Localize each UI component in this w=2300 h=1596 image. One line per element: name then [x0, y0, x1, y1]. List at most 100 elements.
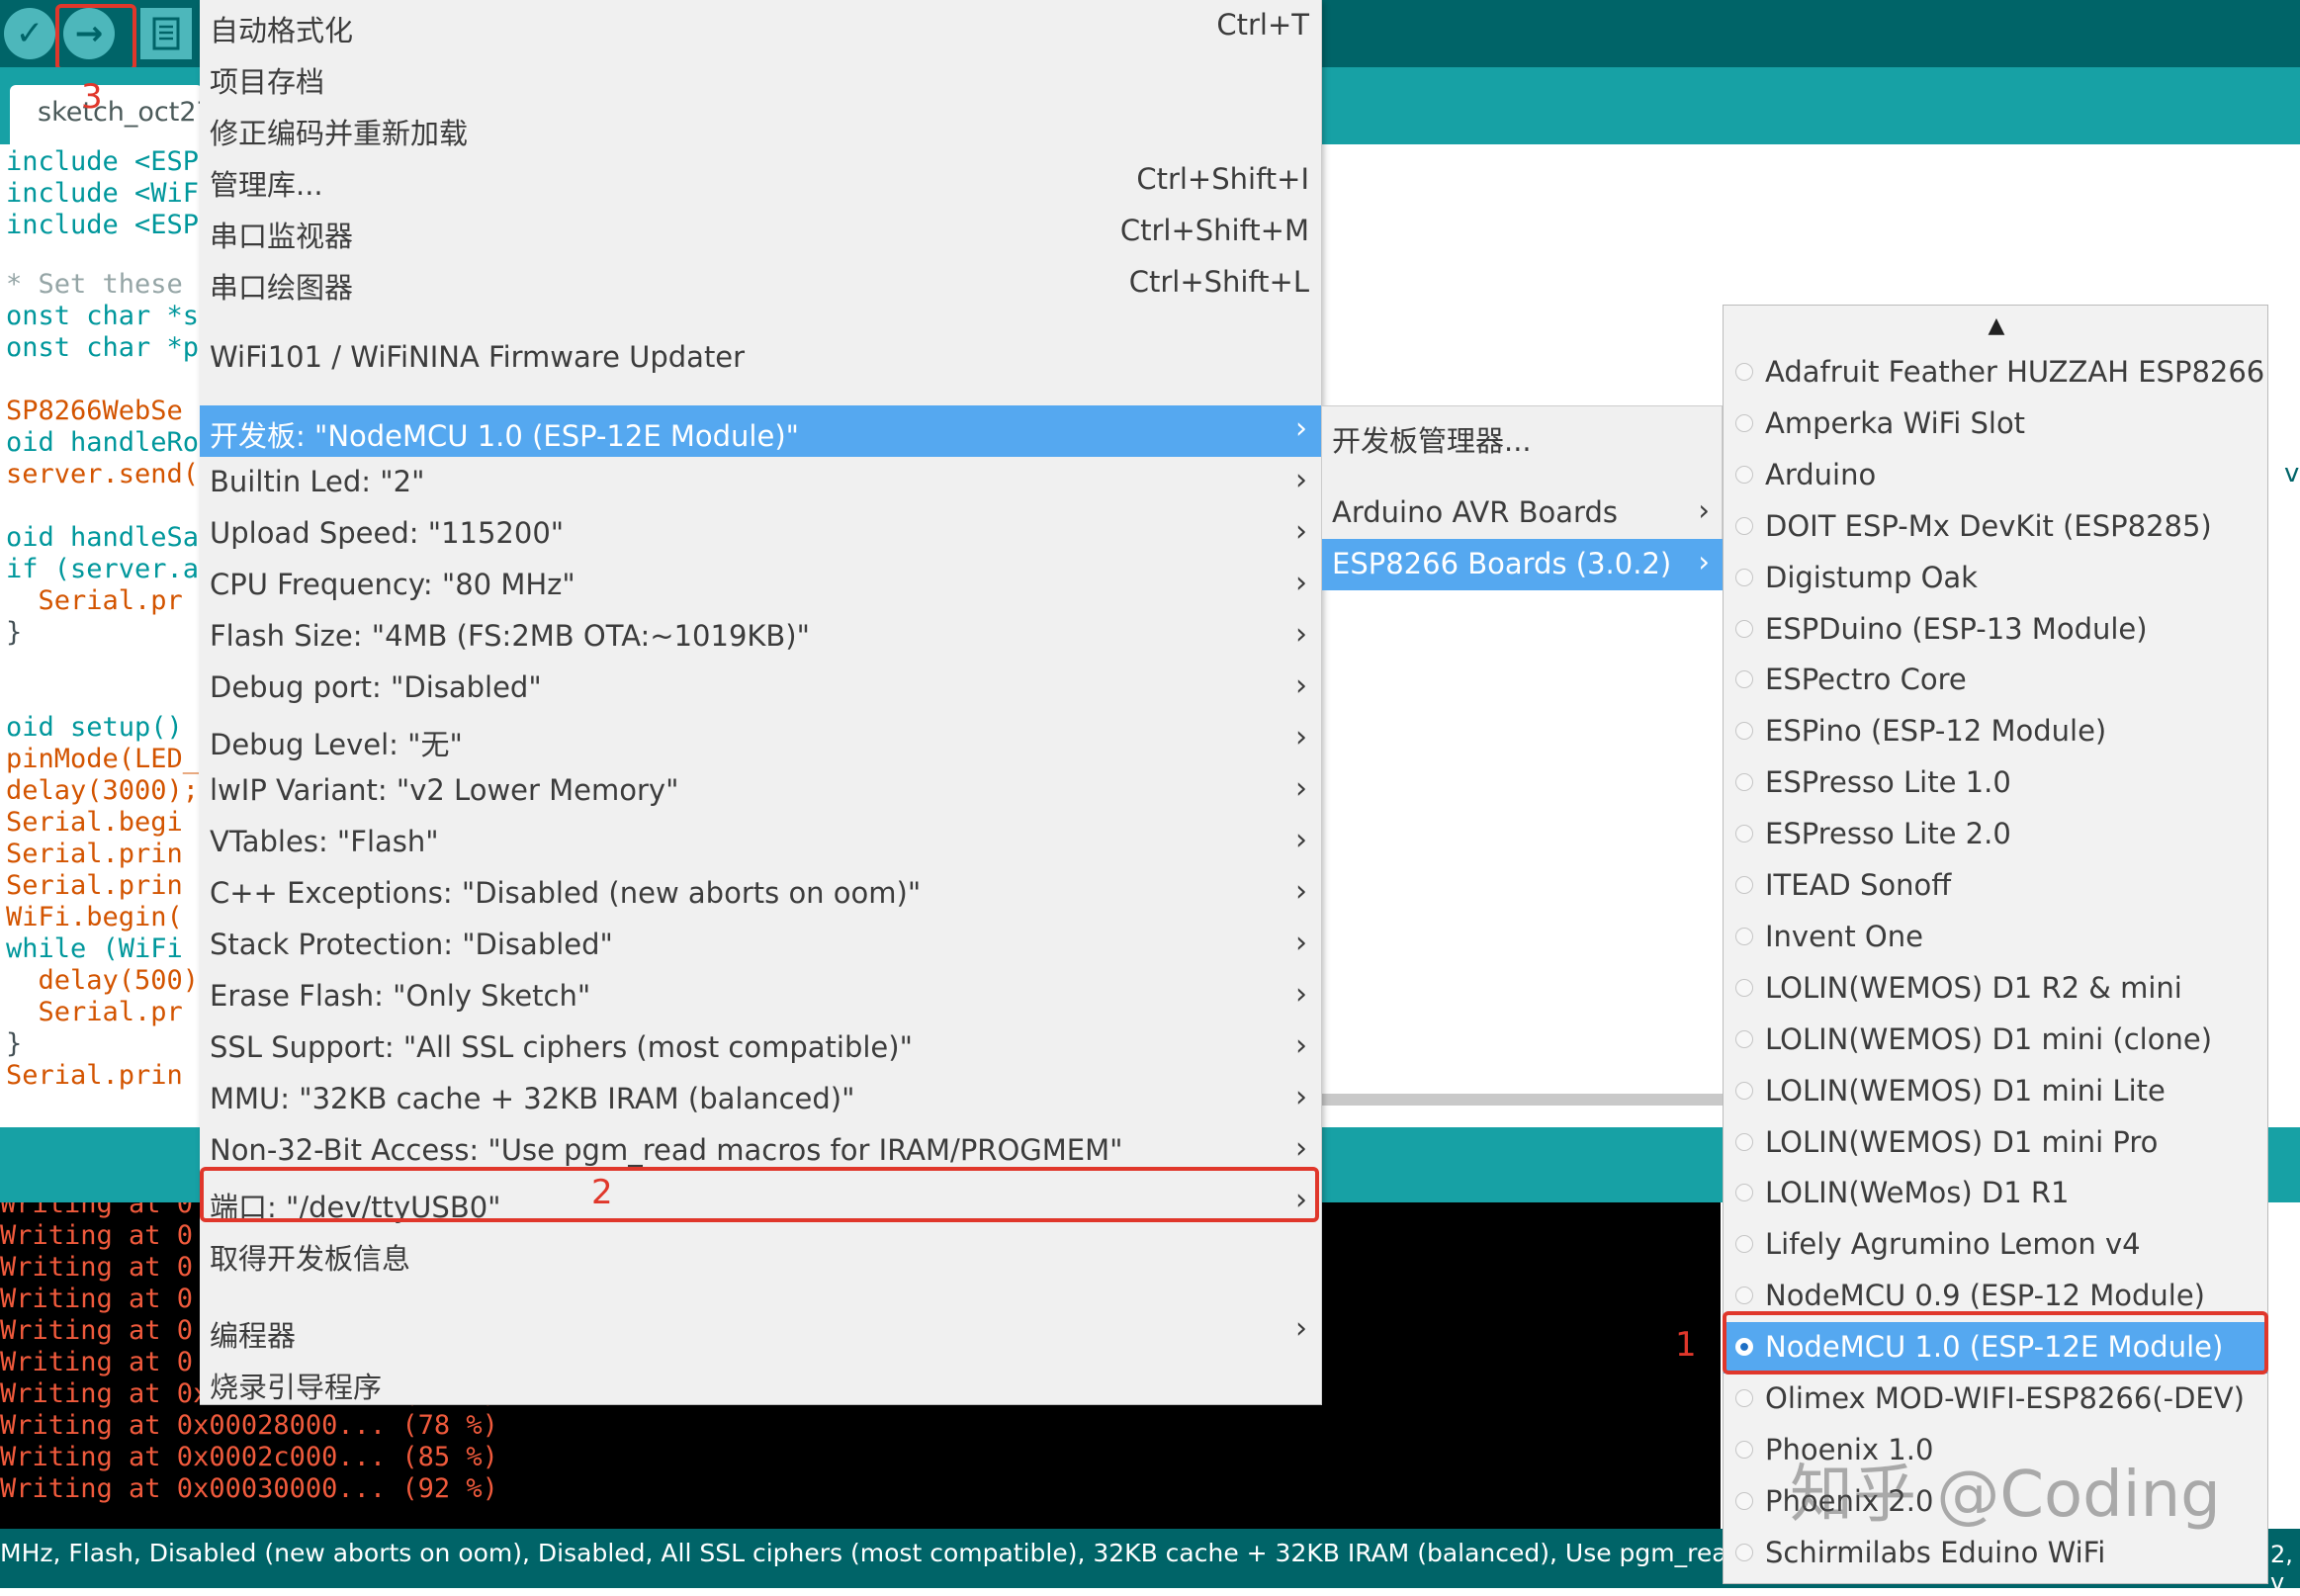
board-option[interactable]: LOLIN(WEMOS) D1 mini Pro [1724, 1117, 2267, 1169]
radio-icon [1735, 1440, 1753, 1459]
radio-icon [1735, 1132, 1753, 1151]
menu-item[interactable]: MMU: "32KB cache + 32KB IRAM (balanced)"… [200, 1074, 1321, 1125]
menu-item-shortcut: Ctrl+Shift+L [1128, 265, 1309, 299]
code-line: while (WiFi [6, 933, 183, 964]
esp8266-boards-list: ▲ Adafruit Feather HUZZAH ESP8266 Amperka… [1723, 305, 2268, 1584]
radio-icon [1735, 1491, 1753, 1510]
verify-button[interactable]: ✓ [4, 8, 55, 59]
code-line: Serial.begi [6, 807, 183, 838]
console-line: Writing at 0 [0, 1252, 194, 1283]
board-option[interactable]: LOLIN(WEMOS) D1 R2 & mini [1724, 963, 2267, 1015]
menu-item[interactable]: Flash Size: "4MB (FS:2MB OTA:~1019KB)" › [200, 611, 1321, 663]
menu-item[interactable]: 烧录引导程序 [200, 1357, 1321, 1408]
board-option[interactable]: ESPino (ESP-12 Module) [1724, 706, 2267, 757]
scroll-up-arrow-icon[interactable]: ▲ [1724, 313, 2269, 338]
code-line: * Set these [6, 269, 183, 300]
board-option[interactable]: DOIT ESP-Mx DevKit (ESP8285) [1724, 501, 2267, 553]
menu-item-label: Non-32-Bit Access: "Use pgm_read macros … [210, 1133, 1123, 1167]
menu-item-label: 编程器 [210, 1319, 297, 1353]
board-submenu-item[interactable]: 开发板管理器... [1322, 410, 1724, 462]
board-option[interactable]: LOLIN(WEMOS) D1 mini Lite [1724, 1066, 2267, 1117]
board-option[interactable]: Adafruit Feather HUZZAH ESP8266 [1724, 347, 2267, 399]
menu-item[interactable]: WiFi101 / WiFiNINA Firmware Updater [200, 332, 1321, 384]
board-option-label: NodeMCU 0.9 (ESP-12 Module) [1765, 1279, 2205, 1313]
menu-item[interactable]: Debug Level: "无" › [200, 714, 1321, 765]
board-submenu-item[interactable]: Arduino AVR Boards › [1322, 488, 1724, 539]
board-option-label: Digistump Oak [1765, 560, 1978, 594]
menu-item[interactable]: 修正编码并重新加载 [200, 103, 1321, 154]
radio-icon [1735, 619, 1753, 638]
code-line: delay(3000); [6, 775, 200, 806]
menu-item[interactable]: CPU Frequency: "80 MHz" › [200, 560, 1321, 611]
radio-icon [1735, 927, 1753, 945]
menu-item[interactable]: 串口监视器 Ctrl+Shift+M [200, 206, 1321, 257]
chevron-right-icon: › [1295, 617, 1307, 652]
menu-item[interactable]: Upload Speed: "115200" › [200, 508, 1321, 560]
code-line: include <ESP [6, 146, 200, 177]
menu-item[interactable]: VTables: "Flash" › [200, 817, 1321, 868]
radio-icon [1735, 568, 1753, 586]
menu-item[interactable]: 开发板: "NodeMCU 1.0 (ESP-12E Module)" › [200, 405, 1321, 457]
board-option[interactable]: ITEAD Sonoff [1724, 860, 2267, 912]
board-option[interactable]: Invent One [1724, 912, 2267, 963]
board-option-label: ESPresso Lite 1.0 [1765, 765, 2011, 800]
annotation-number-2: 2 [591, 1173, 613, 1212]
menu-item[interactable]: Builtin Led: "2" › [200, 457, 1321, 508]
menu-item-label: 取得开发板信息 [210, 1242, 411, 1276]
board-submenu-label: Arduino AVR Boards [1332, 495, 1618, 529]
board-option[interactable]: Olimex MOD-WIFI-ESP8266(-DEV) [1724, 1374, 2267, 1425]
board-option[interactable]: Schirmilabs Eduino WiFi [1724, 1528, 2267, 1579]
code-line: Serial.pr [6, 585, 183, 616]
board-option[interactable]: ESPresso Lite 2.0 [1724, 809, 2267, 860]
new-sketch-button[interactable] [140, 8, 192, 59]
board-option[interactable]: ESPDuino (ESP-13 Module) [1724, 604, 2267, 656]
chevron-right-icon: › [1295, 1028, 1307, 1063]
menu-item[interactable]: 串口绘图器 Ctrl+Shift+L [200, 257, 1321, 309]
board-option-label: Olimex MOD-WIFI-ESP8266(-DEV) [1765, 1381, 2245, 1415]
menu-item[interactable]: 管理库... Ctrl+Shift+I [200, 154, 1321, 206]
board-option[interactable]: Arduino [1724, 450, 2267, 501]
board-submenu-item[interactable]: ESP8266 Boards (3.0.2) › [1322, 539, 1724, 590]
tab-sketch[interactable]: sketch_oct27 [10, 85, 214, 144]
menu-item-shortcut: Ctrl+T [1216, 8, 1309, 42]
annotation-box-2 [200, 1167, 1319, 1222]
menu-item-label: Debug Level: "无" [210, 728, 463, 761]
menu-item[interactable]: lwIP Variant: "v2 Lower Memory" › [200, 765, 1321, 817]
board-option[interactable]: Amperka WiFi Slot [1724, 399, 2267, 450]
board-option[interactable]: ESPectro Core [1724, 655, 2267, 706]
board-option-label: LOLIN(WEMOS) D1 mini Lite [1765, 1073, 2166, 1108]
radio-icon [1735, 516, 1753, 535]
menu-item[interactable]: Stack Protection: "Disabled" › [200, 920, 1321, 971]
console-line: Writing at 0 [0, 1202, 194, 1219]
board-option[interactable]: ESPresso Lite 1.0 [1724, 757, 2267, 809]
board-submenu: 开发板管理器... Arduino AVR Boards › ESP8266 Boar… [1321, 405, 1724, 590]
menu-item-label: 烧录引导程序 [210, 1371, 383, 1404]
horizontal-scrollbar[interactable] [1321, 1094, 1726, 1106]
code-editor[interactable]: include <ESP include <WiF include <ESP * Se… [0, 144, 203, 1094]
menu-item[interactable]: 自动格式化 Ctrl+T [200, 0, 1321, 51]
board-option[interactable]: LOLIN(WEMOS) D1 mini (clone) [1724, 1015, 2267, 1066]
board-option[interactable]: LOLIN(WeMos) D1 R1 [1724, 1168, 2267, 1219]
radio-icon [1735, 413, 1753, 432]
console-line: Writing at 0x00030000... (92 %) [0, 1473, 498, 1504]
menu-item[interactable]: 取得开发板信息 [200, 1228, 1321, 1280]
board-option-label: DOIT ESP-Mx DevKit (ESP8285) [1765, 508, 2212, 543]
menu-item[interactable]: SSL Support: "All SSL ciphers (most comp… [200, 1022, 1321, 1074]
menu-item[interactable]: 编程器 › [200, 1305, 1321, 1357]
menu-item[interactable]: 项目存档 [200, 51, 1321, 103]
menu-item[interactable]: Erase Flash: "Only Sketch" › [200, 971, 1321, 1022]
menu-item-label: CPU Frequency: "80 MHz" [210, 568, 575, 601]
radio-icon [1735, 1029, 1753, 1048]
chevron-right-icon: › [1295, 1311, 1307, 1346]
menu-item-label: 开发板: "NodeMCU 1.0 (ESP-12E Module)" [210, 419, 799, 453]
board-option[interactable]: Lifely Agrumino Lemon v4 [1724, 1219, 2267, 1271]
console-line: Writing at 0x0002c000... (85 %) [0, 1442, 498, 1472]
chevron-right-icon: › [1295, 1131, 1307, 1166]
board-option[interactable]: Digistump Oak [1724, 553, 2267, 604]
menu-item[interactable]: Debug port: "Disabled" › [200, 663, 1321, 714]
menu-item-shortcut: Ctrl+Shift+M [1119, 214, 1309, 247]
radio-icon [1735, 876, 1753, 894]
code-line: onst char *p [6, 332, 200, 363]
menu-item[interactable]: C++ Exceptions: "Disabled (new aborts on… [200, 868, 1321, 920]
menu-item-label: lwIP Variant: "v2 Lower Memory" [210, 773, 679, 807]
